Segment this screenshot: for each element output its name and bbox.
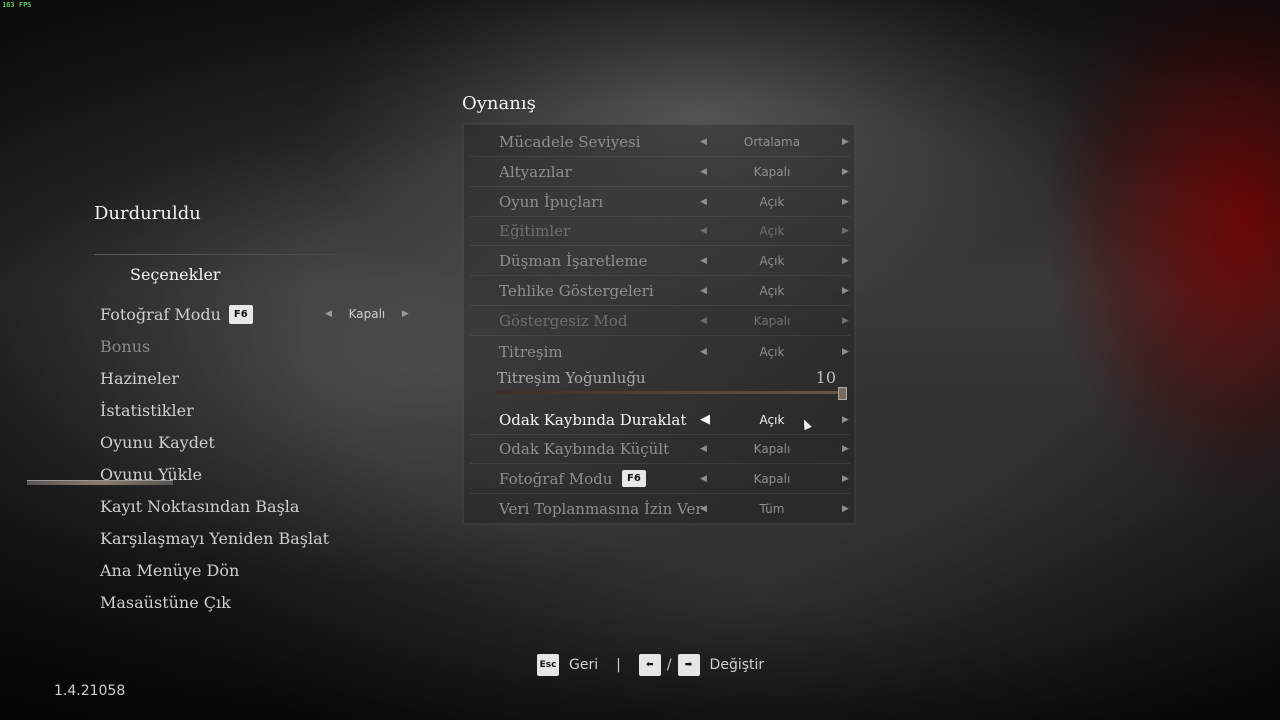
setting-label: Mücadele Seviyesi (499, 132, 641, 151)
setting-value: Ortalama (743, 134, 801, 149)
setting-value: Açık (759, 412, 785, 427)
vibration-intensity-slider[interactable] (496, 391, 846, 394)
setting-label: Eğitimler (499, 221, 571, 240)
setting-label: Altyazılar (499, 162, 572, 181)
setting-value: Tüm (759, 501, 785, 516)
slider-handle[interactable] (838, 387, 847, 400)
back-hint-label[interactable]: Geri (569, 657, 598, 673)
menu-item-restart-encounter[interactable]: Karşılaşmayı Yeniden Başlat (100, 522, 430, 554)
setting-row-vibration-intensity[interactable]: Titreşim Yoğunluğu 10 (470, 368, 850, 402)
arrow-right-icon[interactable]: ▶ (842, 256, 849, 266)
f6-key-badge: F6 (622, 470, 646, 487)
arrow-left-icon[interactable]: ◀ (700, 226, 707, 236)
setting-value: Kapalı (753, 441, 791, 456)
arrow-left-key-icon[interactable]: ⬅ (638, 654, 661, 676)
arrow-left-icon[interactable]: ◀ (700, 412, 710, 427)
setting-value: Açık (759, 283, 785, 298)
arrow-right-icon[interactable]: ▶ (842, 167, 849, 177)
arrow-right-icon[interactable]: ▶ (842, 415, 849, 425)
arrow-left-icon[interactable]: ◀ (700, 197, 707, 207)
section-title: Oynanış (462, 93, 536, 114)
setting-row-subtitles[interactable]: Altyazılar ◀ Kapalı ▶ (470, 157, 850, 187)
arrow-right-icon[interactable]: ▶ (842, 316, 849, 326)
setting-row-minimize-on-focus-loss[interactable]: Odak Kaybında Küçült ◀ Kapalı ▶ (470, 434, 850, 464)
hint-slash: / (666, 657, 672, 673)
setting-label: Odak Kaybında Küçült (499, 439, 670, 458)
menu-item-bonus[interactable]: Bonus (100, 330, 430, 362)
arrow-right-icon[interactable]: ▶ (842, 504, 849, 514)
setting-label: Oyun İpuçları (499, 192, 604, 211)
arrow-left-icon[interactable]: ◀ (700, 167, 707, 177)
arrow-right-key-icon[interactable]: ➡ (677, 654, 700, 676)
arrow-right-icon[interactable]: ▶ (842, 197, 849, 207)
menu-item-load-game[interactable]: Oyunu Yükle (100, 458, 430, 490)
setting-row-pause-on-focus-loss[interactable]: Odak Kaybında Duraklat ◀ Açık ▶ (470, 405, 850, 435)
left-divider (94, 254, 374, 255)
arrow-left-icon[interactable]: ◀ (700, 286, 707, 296)
arrow-right-icon[interactable]: ▶ (842, 474, 849, 484)
arrow-left-icon[interactable]: ◀ (700, 137, 707, 147)
setting-value: Açık (759, 344, 785, 359)
setting-row-tutorials[interactable]: Eğitimler ◀ Açık ▶ (470, 216, 850, 246)
pause-menu: Fotoğraf Modu F6 ◀ Kapalı ▶ Bonus Hazine… (100, 298, 430, 618)
setting-row-game-hints[interactable]: Oyun İpuçları ◀ Açık ▶ (470, 187, 850, 217)
menu-item-quit-desktop[interactable]: Masaüstüne Çık (100, 586, 430, 618)
menu-item-photo-mode[interactable]: Fotoğraf Modu F6 ◀ Kapalı ▶ (100, 298, 430, 330)
setting-label: Titreşim (499, 342, 563, 361)
setting-label: Düşman İşaretleme (499, 251, 648, 270)
arrow-left-icon[interactable]: ◀ (700, 316, 707, 326)
arrow-right-icon[interactable]: ▶ (842, 226, 849, 236)
menu-selection-bar (27, 480, 173, 485)
gameplay-settings-panel: Mücadele Seviyesi ◀ Ortalama ▶ Altyazıla… (462, 123, 856, 525)
arrow-right-icon[interactable]: ▶ (842, 347, 849, 357)
setting-value: Kapalı (753, 313, 791, 328)
arrow-right-icon[interactable]: ▶ (842, 286, 849, 296)
menu-item-restart-checkpoint[interactable]: Kayıt Noktasından Başla (100, 490, 430, 522)
setting-value: Kapalı (753, 164, 791, 179)
setting-label: Titreşim Yoğunluğu (497, 369, 646, 387)
menu-item-treasures[interactable]: Hazineler (100, 362, 430, 394)
setting-label: Tehlike Göstergeleri (499, 281, 654, 300)
arrow-left-icon[interactable]: ◀ (325, 309, 332, 319)
menu-item-main-menu[interactable]: Ana Menüye Dön (100, 554, 430, 586)
menu-item-statistics[interactable]: İstatistikler (100, 394, 430, 426)
button-hints: Esc Geri | ⬅ / ➡ Değiştir (537, 654, 764, 676)
arrow-left-icon[interactable]: ◀ (700, 256, 707, 266)
arrow-left-icon[interactable]: ◀ (700, 474, 707, 484)
hint-divider: | (616, 657, 621, 673)
setting-row-data-collection[interactable]: Veri Toplanmasına İzin Ver ◀ Tüm ▶ (470, 494, 850, 523)
setting-row-difficulty[interactable]: Mücadele Seviyesi ◀ Ortalama ▶ (470, 127, 850, 157)
fps-counter: 163 FPS (2, 1, 32, 9)
photo-mode-toggle[interactable]: ◀ Kapalı ▶ (325, 307, 409, 321)
arrow-right-icon[interactable]: ▶ (842, 137, 849, 147)
slider-value: 10 (815, 368, 836, 387)
version-label: 1.4.21058 (54, 683, 126, 699)
arrow-left-icon[interactable]: ◀ (700, 444, 707, 454)
change-hint-label[interactable]: Değiştir (710, 657, 765, 673)
photo-mode-value: Kapalı (348, 307, 386, 321)
setting-label: Fotoğraf Modu (499, 469, 613, 488)
setting-label: Göstergesiz Mod (499, 311, 628, 330)
setting-row-vibration[interactable]: Titreşim ◀ Açık ▶ (470, 337, 850, 366)
menu-item-options[interactable]: Seçenekler (130, 265, 221, 284)
esc-key-icon[interactable]: Esc (537, 654, 559, 676)
f6-key-badge: F6 (228, 304, 253, 324)
setting-row-danger-indicators[interactable]: Tehlike Göstergeleri ◀ Açık ▶ (470, 276, 850, 306)
setting-value: Açık (759, 194, 785, 209)
setting-row-hudless-mode[interactable]: Göstergesiz Mod ◀ Kapalı ▶ (470, 306, 850, 336)
setting-value: Kapalı (753, 471, 791, 486)
setting-value: Açık (759, 253, 785, 268)
setting-label: Odak Kaybında Duraklat (499, 410, 687, 429)
setting-row-photo-mode[interactable]: Fotoğraf Modu F6 ◀ Kapalı ▶ (470, 464, 850, 494)
paused-title: Durduruldu (94, 203, 201, 224)
arrow-left-icon[interactable]: ◀ (700, 504, 707, 514)
arrow-right-icon[interactable]: ▶ (402, 309, 409, 319)
setting-label: Veri Toplanmasına İzin Ver (499, 499, 703, 518)
photo-mode-label: Fotoğraf Modu (100, 304, 221, 324)
arrow-left-icon[interactable]: ◀ (700, 347, 707, 357)
setting-value: Açık (759, 223, 785, 238)
arrow-right-icon[interactable]: ▶ (842, 444, 849, 454)
menu-item-save-game[interactable]: Oyunu Kaydet (100, 426, 430, 458)
setting-row-enemy-marking[interactable]: Düşman İşaretleme ◀ Açık ▶ (470, 246, 850, 276)
